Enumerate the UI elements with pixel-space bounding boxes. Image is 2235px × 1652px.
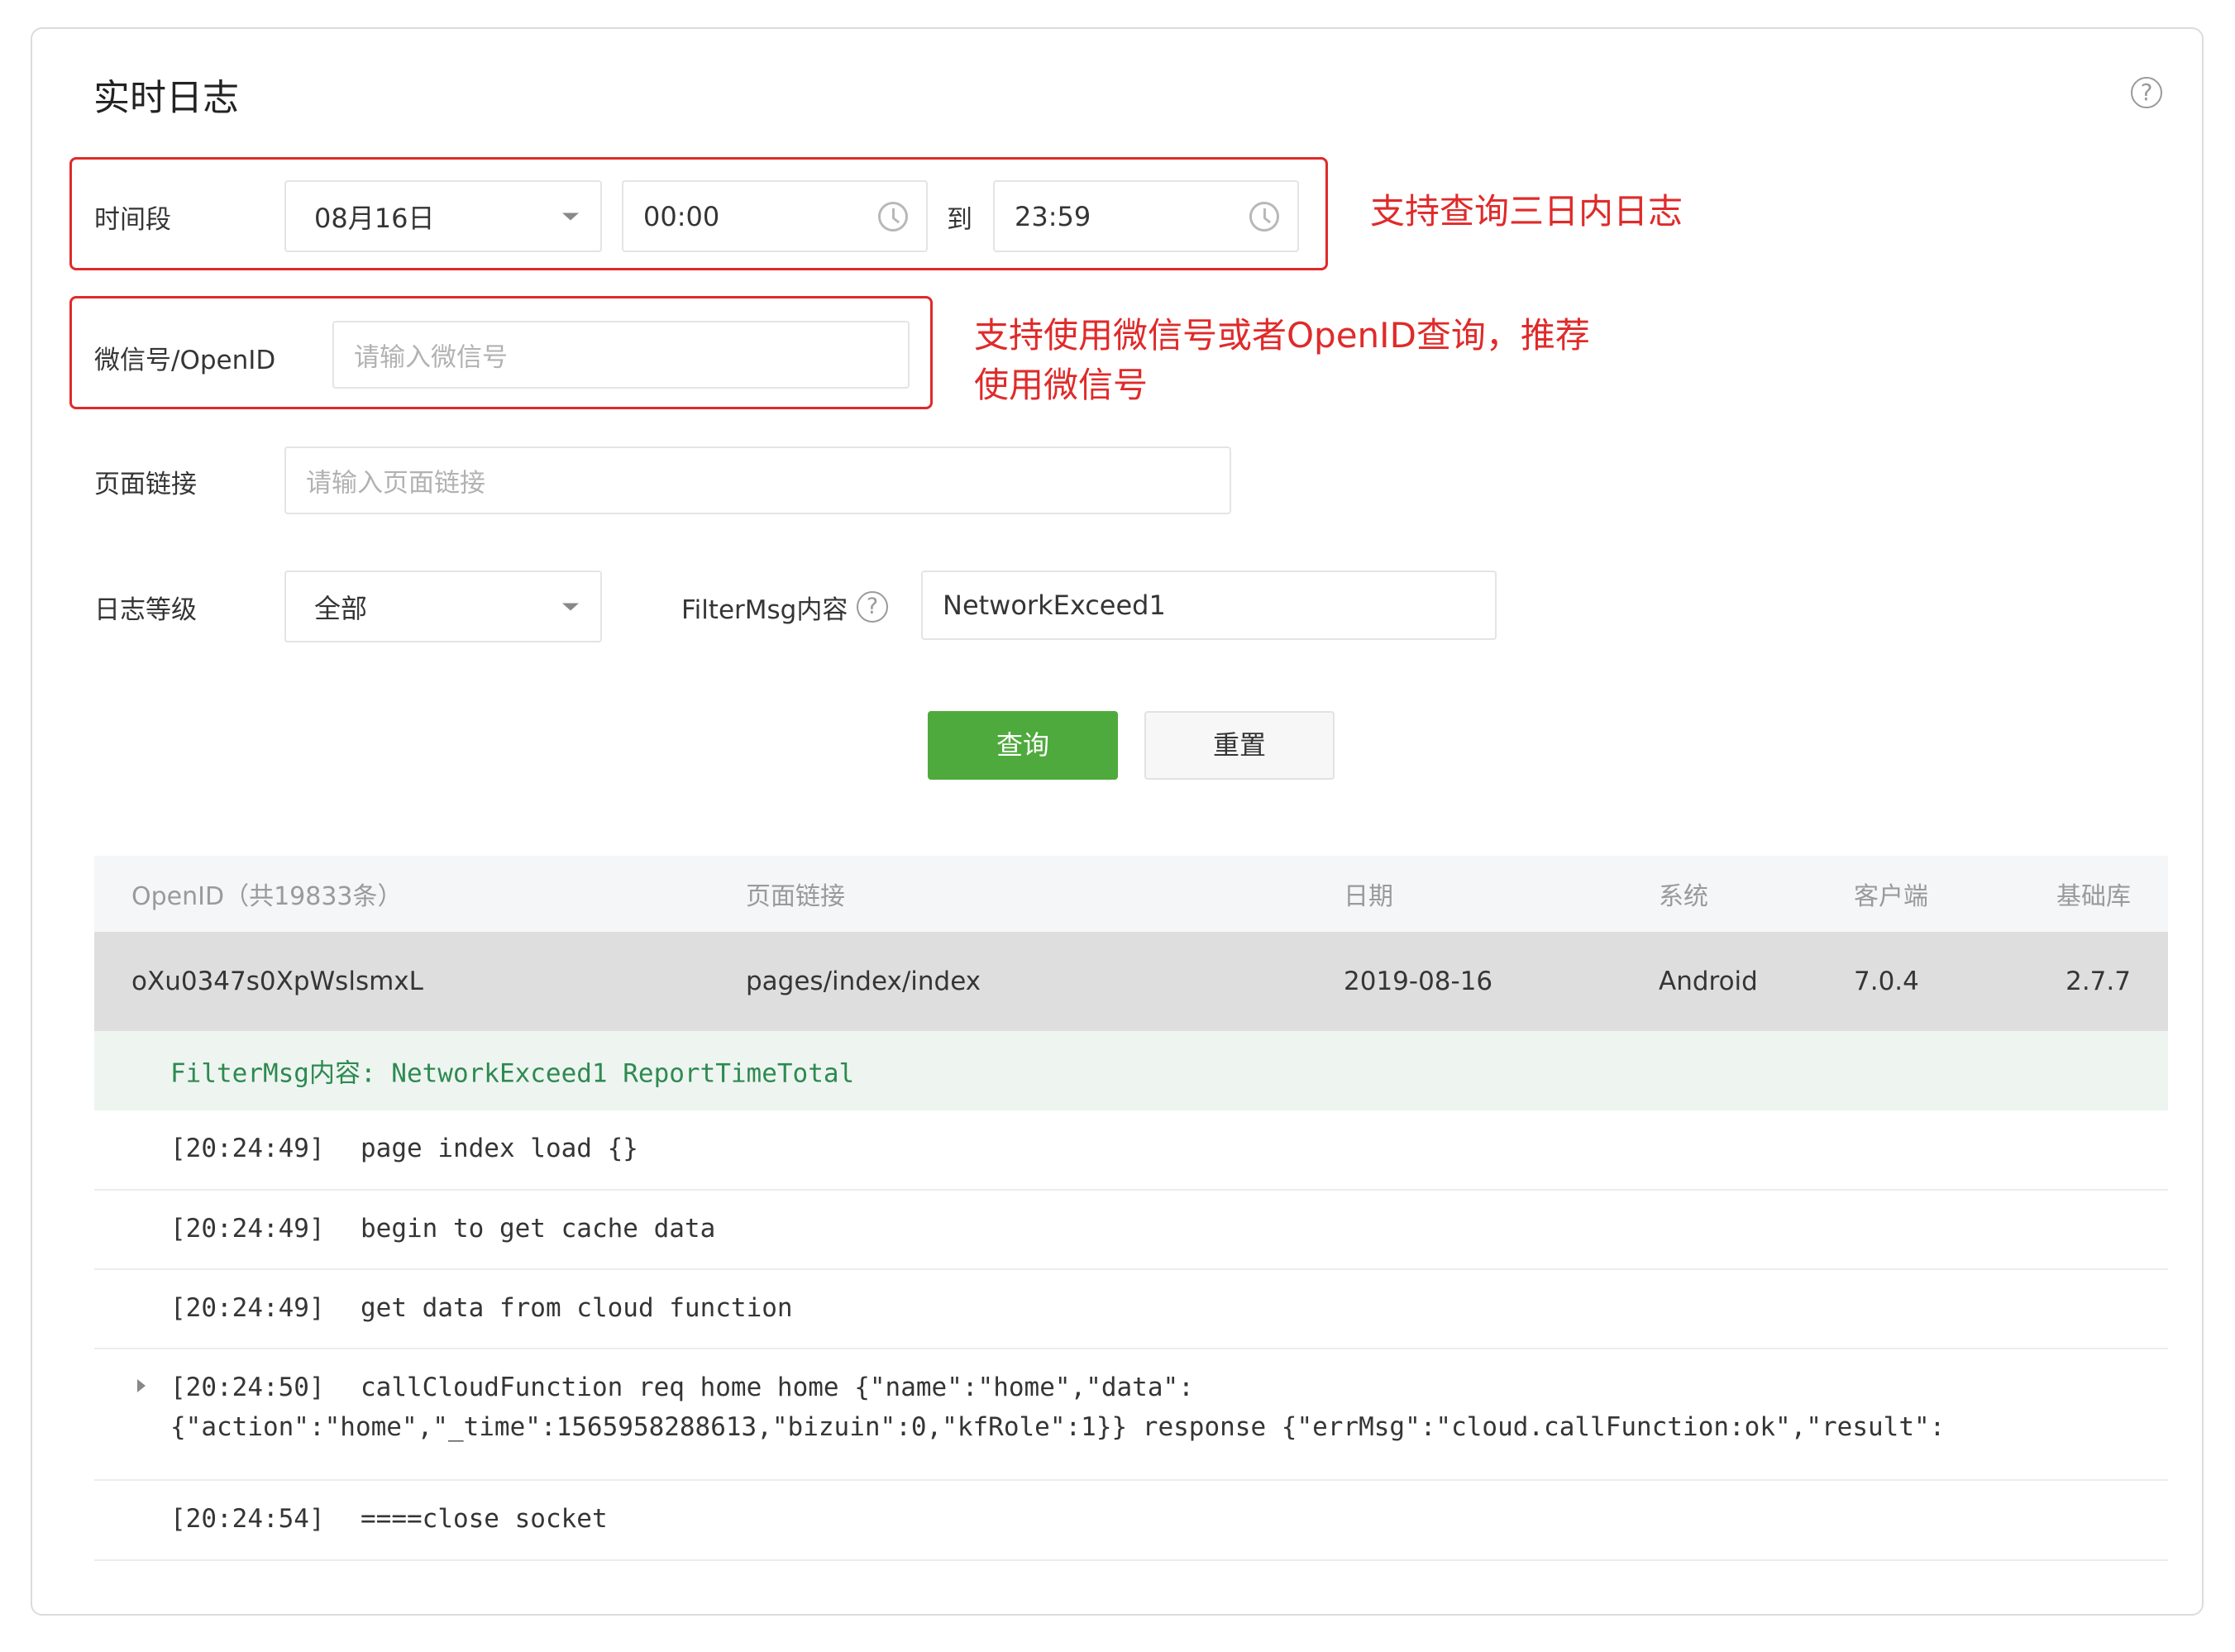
log-time: [20:24:49] (170, 1134, 325, 1163)
header-system: 系统 (1659, 882, 1708, 911)
date-select-value: 08月16日 (314, 202, 435, 234)
log-level-select[interactable]: 全部 (284, 571, 602, 642)
log-message-continued: {"action":"home","_time":1565958288613,"… (170, 1412, 1946, 1442)
to-label: 到 (947, 205, 972, 235)
log-item: [20:24:49] get data from cloud function (94, 1270, 2168, 1349)
filter-msg-value: NetworkExceed1 (943, 590, 1166, 621)
wechat-id-annotation-line2: 使用微信号 (974, 365, 1149, 405)
chevron-down-icon (562, 603, 579, 610)
header-openid: OpenID（共19833条） (131, 882, 403, 911)
log-level-label: 日志等级 (94, 595, 197, 625)
end-time-input[interactable]: 23:59 (993, 180, 1299, 252)
start-time-value: 00:00 (643, 200, 720, 232)
page-title: 实时日志 (93, 77, 239, 119)
filter-msg-input[interactable]: NetworkExceed1 (921, 571, 1497, 640)
header-base-lib: 基础库 (2056, 882, 2131, 911)
log-message: ====close socket (361, 1504, 608, 1534)
cell-page-link: pages/index/index (746, 967, 981, 996)
query-button[interactable]: 查询 (928, 711, 1118, 780)
log-message: page index load {} (361, 1134, 638, 1163)
reset-button[interactable]: 重置 (1144, 711, 1335, 780)
log-time: [20:24:50] (170, 1373, 325, 1402)
header-page-link: 页面链接 (746, 882, 845, 911)
time-range-annotation: 支持查询三日内日志 (1370, 191, 1683, 232)
log-table-header: OpenID（共19833条） 页面链接 日期 系统 客户端 基础库 (94, 856, 2168, 932)
log-message: get data from cloud function (361, 1293, 793, 1323)
header-date: 日期 (1344, 882, 1393, 911)
log-time: [20:24:49] (170, 1293, 325, 1323)
header-client: 客户端 (1854, 882, 1928, 911)
date-select[interactable]: 08月16日 (284, 180, 602, 252)
filter-msg-row: FilterMsg内容: NetworkExceed1 ReportTimeTo… (94, 1031, 2168, 1110)
end-time-value: 23:59 (1015, 200, 1091, 232)
filter-msg-label: FilterMsg内容 (681, 595, 848, 625)
page-link-label: 页面链接 (94, 470, 197, 499)
log-time: [20:24:54] (170, 1504, 325, 1534)
page-link-input[interactable]: 请输入页面链接 (284, 446, 1231, 514)
page-link-placeholder: 请输入页面链接 (306, 468, 485, 499)
log-item: [20:24:49] page index load {} (94, 1110, 2168, 1191)
expand-arrow-icon[interactable] (137, 1379, 146, 1392)
log-item: [20:24:54] ====close socket (94, 1481, 2168, 1561)
cell-client: 7.0.4 (1854, 967, 1919, 996)
time-range-label: 时间段 (94, 205, 171, 235)
cell-system: Android (1659, 967, 1758, 996)
log-item: [20:24:49] begin to get cache data (94, 1191, 2168, 1270)
clock-icon (878, 201, 908, 232)
cell-base-lib: 2.7.7 (2065, 967, 2131, 996)
log-time: [20:24:49] (170, 1214, 325, 1244)
log-level-value: 全部 (314, 592, 368, 624)
help-icon[interactable]: ? (2131, 77, 2162, 108)
cell-openid: oXu0347s0XpWslsmxL (131, 967, 423, 996)
wechat-id-label: 微信号/OpenID (94, 346, 276, 375)
clock-icon (1249, 201, 1279, 232)
wechat-id-placeholder: 请输入微信号 (354, 342, 508, 373)
filter-msg-line: FilterMsg内容: NetworkExceed1 ReportTimeTo… (170, 1058, 855, 1089)
table-row[interactable]: oXu0347s0XpWslsmxL pages/index/index 201… (94, 932, 2168, 1031)
chevron-down-icon (562, 212, 579, 220)
start-time-input[interactable]: 00:00 (622, 180, 928, 252)
log-message: begin to get cache data (361, 1214, 716, 1244)
log-message: callCloudFunction req home home {"name":… (361, 1373, 1194, 1402)
wechat-id-annotation-line1: 支持使用微信号或者OpenID查询，推荐 (974, 315, 1590, 356)
help-icon[interactable]: ? (857, 591, 888, 623)
cell-date: 2019-08-16 (1344, 967, 1493, 996)
wechat-id-input[interactable]: 请输入微信号 (332, 321, 910, 389)
log-item[interactable]: [20:24:50] callCloudFunction req home ho… (94, 1349, 2168, 1481)
